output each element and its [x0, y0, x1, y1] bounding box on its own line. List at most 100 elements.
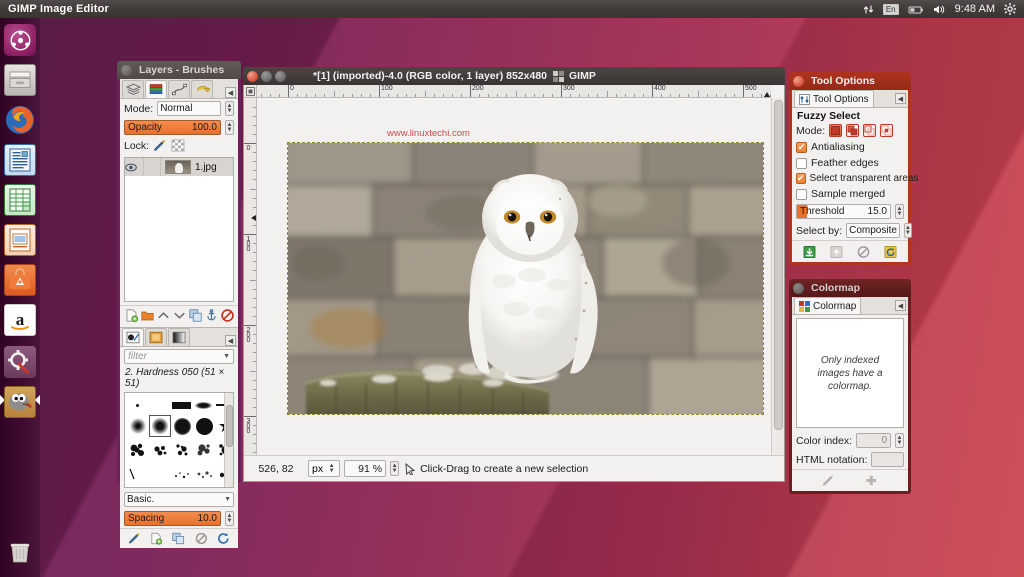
- delete-tool-preset-button[interactable]: [857, 245, 870, 258]
- antialiasing-row[interactable]: ✔ Antialiasing: [792, 139, 908, 155]
- new-layer-button[interactable]: [125, 309, 138, 322]
- eye-icon[interactable]: [125, 163, 143, 172]
- html-notation-field[interactable]: [871, 452, 904, 467]
- layer-row[interactable]: 1.jpg: [125, 158, 233, 176]
- sample-merged-row[interactable]: Sample merged: [792, 186, 908, 202]
- brush-item[interactable]: [127, 415, 149, 437]
- close-icon[interactable]: [793, 282, 804, 294]
- launcher-item-gimp[interactable]: [0, 382, 40, 422]
- edit-brush-button[interactable]: [128, 532, 141, 545]
- brush-filter-input[interactable]: filter ▼: [124, 349, 234, 364]
- gear-icon[interactable]: [1004, 3, 1016, 15]
- channels-tab[interactable]: [145, 80, 167, 98]
- launcher-item-files[interactable]: [0, 60, 40, 100]
- layers-tab-menu-button[interactable]: ◀: [225, 87, 236, 98]
- brush-grid-scroll-thumb[interactable]: [226, 405, 233, 447]
- edit-color-button[interactable]: [822, 474, 835, 487]
- chain-toggle[interactable]: [143, 158, 161, 176]
- colormap-titlebar[interactable]: Colormap: [789, 279, 911, 297]
- network-icon[interactable]: [863, 4, 874, 15]
- brush-item[interactable]: [193, 463, 215, 485]
- colormap-tab-menu-button[interactable]: ◀: [895, 300, 906, 311]
- add-to-selection-mode[interactable]: [846, 124, 860, 137]
- brush-item[interactable]: [193, 439, 215, 461]
- launcher-item-libreoffice-writer[interactable]: [0, 140, 40, 180]
- launcher-item-libreoffice-impress[interactable]: [0, 220, 40, 260]
- spacing-slider[interactable]: Spacing 10.0: [124, 511, 221, 526]
- vertical-ruler[interactable]: 0 100 200 300: [244, 98, 257, 455]
- brush-item[interactable]: [193, 395, 213, 415]
- reset-tool-options-button[interactable]: [884, 245, 897, 258]
- launcher-item-amazon[interactable]: a: [0, 300, 40, 340]
- anchor-layer-button[interactable]: [205, 309, 218, 322]
- tool-options-tab[interactable]: Tool Options: [794, 90, 874, 107]
- threshold-spinner[interactable]: ▲ ▼: [895, 204, 904, 219]
- replace-selection-mode[interactable]: [829, 124, 843, 137]
- close-icon[interactable]: [247, 70, 258, 82]
- keyboard-layout-indicator[interactable]: En: [882, 3, 899, 15]
- color-index-spinner[interactable]: ▲ ▼: [895, 433, 904, 448]
- brush-item[interactable]: [149, 395, 169, 415]
- delete-layer-button[interactable]: [221, 309, 234, 322]
- layers-tab[interactable]: [122, 80, 144, 98]
- duplicate-brush-button[interactable]: [172, 532, 185, 545]
- add-color-button[interactable]: [865, 474, 878, 487]
- brush-item-selected[interactable]: [149, 415, 171, 437]
- image-photo[interactable]: [287, 142, 764, 415]
- patterns-tab[interactable]: [145, 328, 167, 346]
- save-tool-preset-button[interactable]: [803, 245, 816, 258]
- duplicate-layer-button[interactable]: [189, 309, 202, 322]
- subtract-from-selection-mode[interactable]: [863, 124, 877, 137]
- layer-mode-spinner[interactable]: ▲ ▼: [225, 101, 234, 116]
- brush-set-combo[interactable]: Basic. ▼: [124, 492, 234, 507]
- antialiasing-checkbox[interactable]: ✔: [796, 141, 807, 153]
- layers-dock-titlebar[interactable]: Layers - Brushes: [117, 61, 241, 79]
- horizontal-ruler[interactable]: 0 100 200 300 400 500: [257, 85, 771, 98]
- close-icon[interactable]: [793, 75, 804, 87]
- ruler-unit-button[interactable]: [244, 85, 257, 98]
- unit-spinner[interactable]: ▲ ▼: [327, 461, 336, 476]
- launcher-item-system-settings[interactable]: [0, 342, 40, 382]
- brushes-tab[interactable]: [122, 328, 144, 346]
- image-window-titlebar[interactable]: *[1] (imported)-4.0 (RGB color, 1 layer)…: [243, 67, 785, 85]
- select-transparent-areas-row[interactable]: ✔ Select transparent areas: [792, 171, 919, 186]
- brush-item[interactable]: [171, 395, 191, 415]
- threshold-slider[interactable]: Threshold 15.0: [796, 204, 891, 219]
- brush-item[interactable]: [149, 439, 171, 461]
- layer-name[interactable]: 1.jpg: [195, 162, 217, 173]
- unit-combo[interactable]: px ▲ ▼: [308, 460, 341, 477]
- brush-item[interactable]: [127, 463, 149, 485]
- layer-list[interactable]: 1.jpg: [124, 157, 234, 302]
- brush-item[interactable]: [193, 415, 215, 437]
- refresh-brushes-button[interactable]: [217, 532, 230, 545]
- maximize-icon[interactable]: [275, 70, 286, 82]
- brush-item[interactable]: [171, 415, 193, 437]
- opacity-spinner[interactable]: ▲ ▼: [225, 120, 234, 135]
- intersect-with-selection-mode[interactable]: [880, 124, 894, 137]
- select-by-combo[interactable]: Composite: [846, 223, 900, 238]
- feather-edges-row[interactable]: Feather edges: [792, 155, 908, 171]
- launcher-item-firefox[interactable]: [0, 100, 40, 140]
- launcher-item-ubuntu-software[interactable]: [0, 260, 40, 300]
- paths-tab[interactable]: [168, 80, 190, 98]
- brush-item[interactable]: [127, 395, 147, 415]
- brush-item[interactable]: [149, 463, 171, 485]
- brush-item[interactable]: [171, 463, 193, 485]
- undo-history-tab[interactable]: [191, 80, 213, 98]
- sample-merged-checkbox[interactable]: [796, 188, 807, 200]
- zoom-spinner[interactable]: ▲ ▼: [390, 461, 400, 476]
- opacity-slider[interactable]: Opacity 100.0: [124, 120, 221, 135]
- tool-options-titlebar[interactable]: Tool Options: [789, 72, 911, 90]
- raise-layer-button[interactable]: [157, 309, 170, 322]
- new-layer-group-button[interactable]: [141, 309, 154, 322]
- gradients-tab[interactable]: [168, 328, 190, 346]
- battery-icon[interactable]: [908, 4, 924, 15]
- select-by-spinner[interactable]: ▲ ▼: [903, 223, 912, 238]
- colormap-tab[interactable]: Colormap: [794, 297, 862, 314]
- vertical-scroll-thumb[interactable]: [774, 100, 783, 430]
- launcher-item-libreoffice-calc[interactable]: [0, 180, 40, 220]
- brushes-tab-menu-button[interactable]: ◀: [225, 335, 236, 346]
- brush-item[interactable]: [171, 439, 193, 461]
- vertical-scrollbar[interactable]: [771, 98, 784, 455]
- lock-pixels-icon[interactable]: [153, 139, 167, 152]
